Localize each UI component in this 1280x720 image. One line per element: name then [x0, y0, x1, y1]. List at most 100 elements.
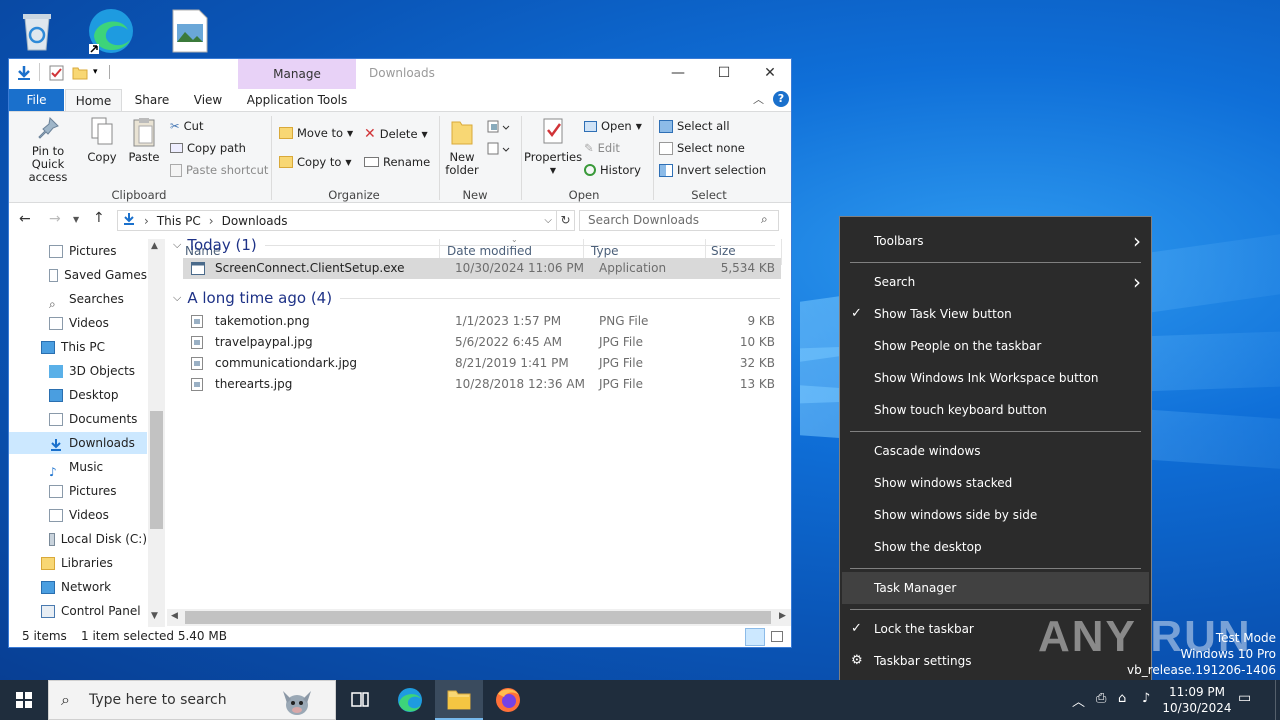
taskbar-search-box[interactable]: ⌕ Type here to search: [48, 680, 336, 720]
back-arrow-icon[interactable]: ←: [19, 211, 31, 227]
help-icon[interactable]: ?: [773, 91, 789, 107]
close-button[interactable]: ✕: [747, 61, 793, 85]
tab-application-tools[interactable]: Application Tools: [238, 89, 356, 111]
device-icon[interactable]: ⎙: [1096, 691, 1106, 720]
nav-item[interactable]: 3D Objects: [9, 360, 147, 382]
nav-item[interactable]: Pictures: [9, 240, 147, 262]
menu-item[interactable]: Show the desktop: [840, 531, 1151, 563]
nav-item[interactable]: Local Disk (C:): [9, 528, 147, 550]
scroll-right-icon[interactable]: ▶: [779, 611, 786, 621]
details-view-icon[interactable]: [745, 628, 765, 646]
forward-arrow-icon[interactable]: →: [49, 211, 61, 227]
collapse-group-icon[interactable]: ⌵: [173, 238, 181, 252]
scroll-thumb[interactable]: [185, 611, 771, 624]
volume-icon[interactable]: ♪: [1142, 691, 1150, 720]
edge-icon[interactable]: [86, 6, 136, 56]
breadcrumb-downloads[interactable]: Downloads: [222, 214, 288, 228]
show-desktop-button[interactable]: [1275, 680, 1280, 720]
tab-manage[interactable]: Manage: [238, 59, 356, 89]
menu-item[interactable]: Show Windows Ink Workspace button: [840, 362, 1151, 394]
file-row[interactable]: therearts.jpg 10/28/2018 12:36 AM JPG File…: [183, 374, 781, 395]
address-dropdown-icon[interactable]: ⌵: [544, 215, 552, 226]
copy-button[interactable]: Copy: [85, 116, 119, 164]
paste-button[interactable]: Paste: [125, 116, 163, 164]
address-box[interactable]: › This PC › Downloads ⌵: [117, 210, 557, 231]
collapse-ribbon-icon[interactable]: ︿: [753, 91, 764, 107]
nav-item[interactable]: Pictures: [9, 480, 147, 502]
nav-item[interactable]: Desktop: [9, 384, 147, 406]
move-to-button[interactable]: Move to ▼: [279, 126, 353, 140]
history-button[interactable]: History: [584, 163, 641, 177]
nav-item[interactable]: This PC: [9, 336, 147, 358]
menu-item[interactable]: Show touch keyboard button: [840, 394, 1151, 426]
copy-to-button[interactable]: Copy to ▼: [279, 155, 352, 169]
new-item-button[interactable]: [487, 120, 511, 137]
show-hidden-icons[interactable]: ︿: [1072, 691, 1085, 720]
nav-item[interactable]: ⌕ Searches: [9, 288, 147, 311]
nav-item[interactable]: Network: [9, 576, 147, 598]
menu-item[interactable]: Search ›: [840, 266, 1151, 298]
menu-item[interactable]: Task Manager: [842, 572, 1149, 604]
customize-quick-access-icon[interactable]: ▾: [93, 67, 98, 77]
image-file-icon[interactable]: [165, 6, 215, 56]
start-button[interactable]: [0, 680, 48, 720]
paste-shortcut-button[interactable]: Paste shortcut: [170, 163, 268, 177]
collapse-group-icon[interactable]: ⌵: [173, 291, 181, 305]
menu-item[interactable]: Toolbars ›: [840, 225, 1151, 257]
maximize-button[interactable]: ☐: [701, 61, 747, 85]
notifications-icon[interactable]: ▭: [1238, 690, 1251, 720]
select-all-button[interactable]: Select all: [659, 119, 730, 133]
search-input[interactable]: Search Downloads: [579, 210, 779, 231]
easy-access-button[interactable]: [487, 142, 511, 159]
downloads-arrow-icon[interactable]: [15, 65, 33, 84]
group-header[interactable]: ⌵ Today (1): [173, 236, 775, 254]
menu-item[interactable]: Cascade windows: [840, 435, 1151, 467]
properties-check-icon[interactable]: [49, 65, 65, 84]
taskbar-edge-button[interactable]: [386, 680, 434, 720]
edit-button[interactable]: ✎ Edit: [584, 141, 620, 155]
menu-item[interactable]: Show People on the taskbar: [840, 330, 1151, 362]
nav-item[interactable]: ♪ Music: [9, 456, 147, 479]
file-row[interactable]: travelpaypal.jpg 5/6/2022 6:45 AM JPG File…: [183, 332, 781, 353]
taskbar-explorer-button[interactable]: [435, 680, 483, 720]
new-folder-icon[interactable]: [72, 65, 88, 84]
nav-item[interactable]: Downloads: [9, 432, 147, 454]
scroll-left-icon[interactable]: ◀: [171, 611, 178, 621]
column-separator[interactable]: [781, 239, 782, 265]
recent-locations-icon[interactable]: ▼: [73, 215, 79, 224]
large-icons-view-icon[interactable]: [771, 631, 783, 642]
group-header[interactable]: ⌵ A long time ago (4): [173, 289, 781, 307]
scroll-thumb[interactable]: [150, 411, 163, 529]
new-folder-button[interactable]: New folder: [443, 116, 481, 177]
tab-view[interactable]: View: [185, 89, 231, 111]
refresh-icon[interactable]: ↻: [557, 210, 575, 231]
nav-item[interactable]: Videos: [9, 312, 147, 334]
invert-selection-button[interactable]: Invert selection: [659, 163, 766, 177]
scroll-down-icon[interactable]: ▼: [151, 611, 158, 621]
properties-button[interactable]: Properties ▼: [524, 116, 582, 177]
nav-item[interactable]: Saved Games: [9, 264, 147, 286]
nav-item[interactable]: Libraries: [9, 552, 147, 574]
menu-item[interactable]: Show windows side by side: [840, 499, 1151, 531]
file-row[interactable]: takemotion.png 1/1/2023 1:57 PM PNG File 9 …: [183, 311, 781, 332]
network-icon[interactable]: ⌂: [1118, 691, 1126, 720]
tab-share[interactable]: Share: [129, 89, 175, 111]
tab-file[interactable]: File: [9, 89, 64, 111]
clock[interactable]: 11:09 PM 10/30/2024: [1160, 680, 1234, 720]
breadcrumb-this-pc[interactable]: This PC: [157, 214, 201, 228]
nav-item[interactable]: Control Panel: [9, 600, 147, 622]
up-arrow-icon[interactable]: ↑: [93, 210, 105, 226]
recycle-bin-icon[interactable]: [12, 6, 62, 56]
horizontal-scrollbar[interactable]: ◀ ▶: [167, 609, 791, 626]
pin-quick-access-button[interactable]: Pin to Quick access: [13, 116, 83, 184]
task-view-button[interactable]: [336, 680, 384, 720]
menu-item[interactable]: ✓ Show Task View button: [840, 298, 1151, 330]
nav-item[interactable]: Videos: [9, 504, 147, 526]
nav-scrollbar[interactable]: ▲ ▼: [148, 239, 165, 627]
taskbar-firefox-button[interactable]: [484, 680, 532, 720]
tab-home[interactable]: Home: [65, 89, 122, 111]
cut-button[interactable]: ✂ Cut: [170, 119, 203, 133]
delete-button[interactable]: ✕ Delete ▼: [364, 126, 428, 142]
nav-item[interactable]: Documents: [9, 408, 147, 430]
rename-button[interactable]: Rename: [364, 155, 430, 169]
